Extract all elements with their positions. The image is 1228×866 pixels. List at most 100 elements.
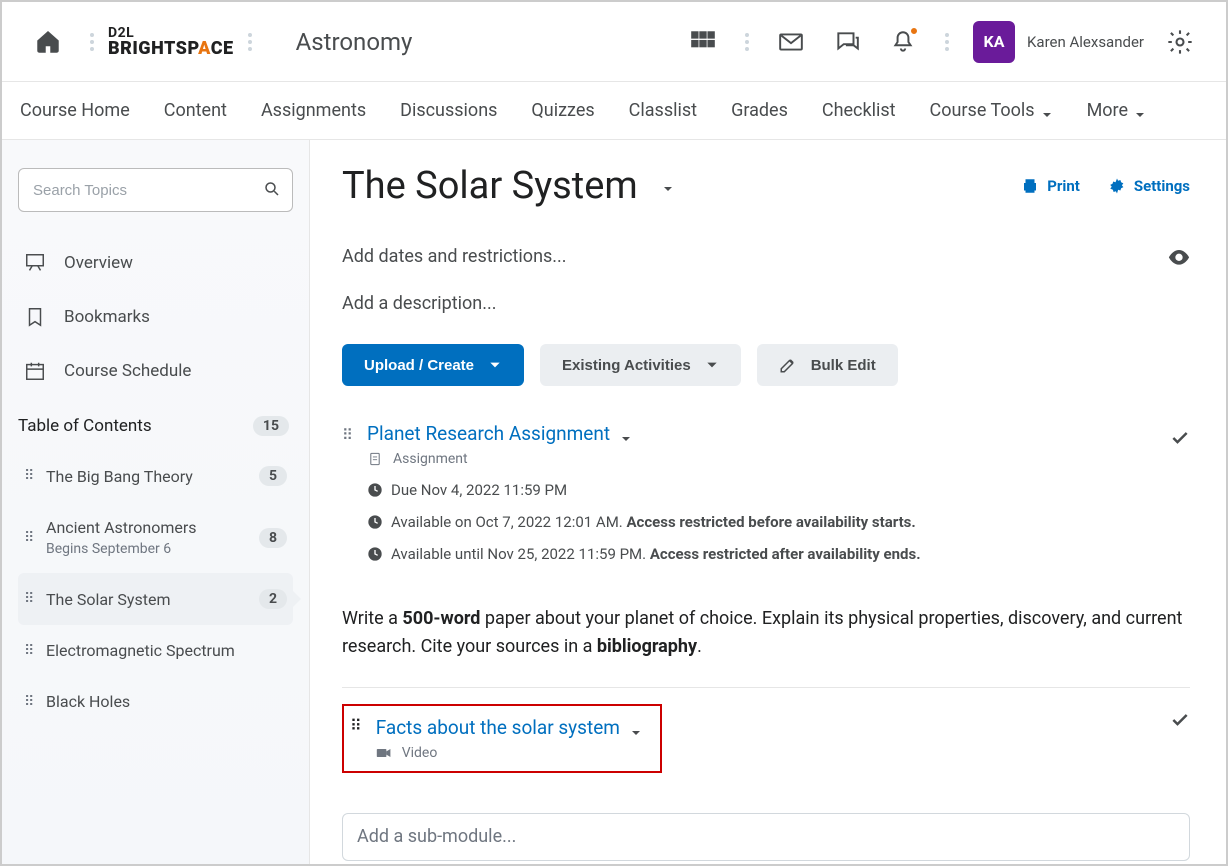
nav-label: Checklist [822, 100, 896, 121]
print-button[interactable]: Print [1021, 177, 1080, 195]
print-label: Print [1047, 177, 1080, 195]
toc-heading[interactable]: Table of Contents 15 [18, 398, 293, 450]
separator-dots [945, 33, 949, 51]
visibility-icon[interactable] [1168, 249, 1190, 265]
drag-handle-icon[interactable] [24, 468, 34, 484]
nav-label: Quizzes [531, 100, 594, 121]
toc-item-label: Black Holes [46, 692, 287, 711]
sidebar-bookmarks[interactable]: Bookmarks [18, 290, 293, 344]
settings-gear-icon[interactable] [1158, 20, 1202, 64]
chevron-down-icon[interactable] [630, 724, 642, 736]
button-label: Upload / Create [364, 357, 474, 374]
nav-label: Course Tools [930, 100, 1035, 121]
add-description-link[interactable]: Add a description... [342, 293, 1190, 314]
topic-title-link[interactable]: Facts about the solar system [376, 716, 620, 739]
add-submodule-input[interactable]: Add a sub-module... [342, 813, 1190, 861]
sidebar-overview[interactable]: Overview [18, 236, 293, 290]
drag-handle-icon[interactable] [24, 591, 34, 607]
availability-start: Available on Oct 7, 2022 12:01 AM. Acces… [367, 513, 1190, 531]
nav-label: Content [164, 100, 227, 121]
content-sidebar: Overview Bookmarks Course Schedule Table… [2, 140, 310, 864]
nav-assignments[interactable]: Assignments [261, 100, 366, 121]
completion-check-icon[interactable] [1170, 710, 1190, 734]
toc-item-label: The Big Bang Theory [46, 467, 247, 486]
button-label: Existing Activities [562, 357, 691, 374]
nav-label: Grades [731, 100, 788, 121]
course-selector-icon[interactable] [681, 20, 725, 64]
separator-dots [90, 33, 94, 51]
messages-icon[interactable] [769, 20, 813, 64]
nav-quizzes[interactable]: Quizzes [531, 100, 594, 121]
avatar[interactable]: KA [973, 21, 1015, 63]
drag-handle-icon[interactable] [24, 530, 34, 546]
bulk-edit-button[interactable]: Bulk Edit [757, 344, 898, 386]
home-icon[interactable] [26, 20, 70, 64]
gear-icon [1108, 177, 1126, 195]
upload-create-button[interactable]: Upload / Create [342, 344, 524, 386]
nav-discussions[interactable]: Discussions [400, 100, 497, 121]
toc-item-count: 8 [259, 528, 287, 548]
body: Overview Bookmarks Course Schedule Table… [2, 140, 1226, 864]
chat-icon[interactable] [825, 20, 869, 64]
toc-item-em-spectrum[interactable]: Electromagnetic Spectrum [18, 625, 293, 676]
avail-restriction: Access restricted after availability end… [650, 545, 921, 563]
bookmark-icon [24, 306, 46, 328]
nav-content[interactable]: Content [164, 100, 227, 121]
toc-item-count: 2 [259, 589, 287, 609]
avail-text: Available until Nov 25, 2022 11:59 PM. [391, 545, 650, 563]
completion-check-icon[interactable] [1170, 428, 1190, 452]
toc-item-count: 5 [259, 466, 287, 486]
assignment-icon [367, 452, 383, 466]
nav-grades[interactable]: Grades [731, 100, 788, 121]
nav-course-home[interactable]: Course Home [20, 100, 130, 121]
drag-handle-icon[interactable] [342, 422, 353, 444]
button-label: Bulk Edit [811, 357, 876, 374]
chevron-down-icon [705, 358, 719, 372]
settings-button[interactable]: Settings [1108, 177, 1190, 195]
separator-dots [745, 33, 749, 51]
drag-handle-icon[interactable] [24, 694, 34, 710]
nav-checklist[interactable]: Checklist [822, 100, 896, 121]
toc-item-label: The Solar System [46, 590, 247, 609]
chevron-down-icon[interactable] [620, 430, 632, 442]
search-icon[interactable] [263, 180, 281, 198]
topic-description: Write a 500-word paper about your planet… [342, 605, 1190, 661]
topic-title-link[interactable]: Planet Research Assignment [367, 422, 610, 445]
topic-type: Assignment [393, 451, 468, 467]
toc-item-label: Electromagnetic Spectrum [46, 641, 287, 660]
content-main: The Solar System Print Settings Add date… [310, 140, 1226, 864]
sidebar-link-label: Overview [64, 253, 133, 273]
brightspace-logo[interactable]: D2L BRIGHTSPACE [108, 26, 234, 58]
drag-handle-icon[interactable] [24, 643, 34, 659]
module-title[interactable]: The Solar System [342, 164, 638, 208]
topic-type: Video [402, 745, 438, 761]
search-topics-input[interactable] [18, 168, 293, 212]
toc-item-ancient-astronomers[interactable]: Ancient Astronomers Begins September 6 8 [18, 502, 293, 573]
course-navbar: Course Home Content Assignments Discussi… [2, 82, 1226, 140]
avail-restriction: Access restricted before availability st… [626, 513, 915, 531]
toc-item-black-holes[interactable]: Black Holes [18, 676, 293, 727]
course-title[interactable]: Astronomy [296, 28, 413, 56]
sidebar-course-schedule[interactable]: Course Schedule [18, 344, 293, 398]
existing-activities-button[interactable]: Existing Activities [540, 344, 741, 386]
user-name[interactable]: Karen Alexsander [1027, 33, 1144, 51]
nav-course-tools[interactable]: Course Tools [930, 100, 1053, 121]
nav-more[interactable]: More [1087, 100, 1146, 121]
toc-item-solar-system[interactable]: The Solar System 2 [18, 573, 293, 625]
topic-planet-research: Planet Research Assignment Assignment Du… [342, 422, 1190, 581]
print-icon [1021, 177, 1039, 195]
sidebar-link-label: Bookmarks [64, 307, 150, 327]
drag-handle-icon[interactable] [350, 716, 362, 735]
clock-icon [367, 482, 383, 498]
chevron-down-icon[interactable] [662, 180, 674, 192]
toc-label: Table of Contents [18, 416, 152, 436]
toc-item-big-bang[interactable]: The Big Bang Theory 5 [18, 450, 293, 502]
nav-label: Discussions [400, 100, 497, 121]
nav-label: Course Home [20, 100, 130, 121]
separator-dots [248, 33, 252, 51]
nav-classlist[interactable]: Classlist [629, 100, 697, 121]
notifications-icon[interactable] [881, 20, 925, 64]
toc-count-badge: 15 [253, 416, 289, 436]
add-dates-link[interactable]: Add dates and restrictions... [342, 246, 567, 267]
chevron-down-icon [1134, 105, 1146, 117]
